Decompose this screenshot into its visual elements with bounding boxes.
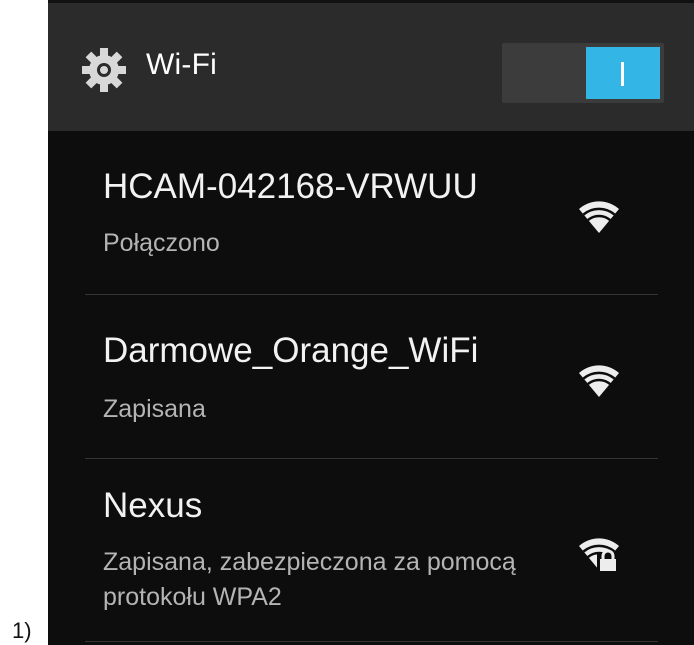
network-status: Zapisana (103, 395, 206, 423)
gear-icon[interactable] (80, 46, 128, 94)
figure-label: 1) (12, 618, 32, 643)
toggle-thumb[interactable] (586, 47, 660, 99)
action-bar: Wi-Fi (48, 0, 694, 131)
wifi-settings-screen: Wi-Fi HCAM-042168-VRWUU Połączono Darmow… (48, 0, 694, 645)
network-item[interactable]: Darmowe_Orange_WiFi Zapisana (48, 295, 694, 458)
network-item[interactable]: HCAM-042168-VRWUU Połączono (48, 131, 694, 294)
wifi-signal-full-icon (579, 365, 619, 397)
network-item[interactable]: Nexus Zapisana, zabezpieczona za pomocą … (48, 459, 694, 641)
divider (85, 641, 658, 642)
network-status: Zapisana, zabezpieczona za pomocą protok… (103, 548, 516, 611)
wifi-signal-full-icon (579, 201, 619, 233)
network-name: HCAM-042168-VRWUU (103, 167, 478, 206)
wifi-signal-locked-icon (579, 538, 619, 572)
network-name: Darmowe_Orange_WiFi (103, 331, 479, 370)
network-status: Połączono (103, 229, 220, 257)
network-name: Nexus (103, 486, 203, 525)
page-title: Wi-Fi (146, 48, 217, 81)
wifi-toggle-switch[interactable] (502, 43, 664, 103)
